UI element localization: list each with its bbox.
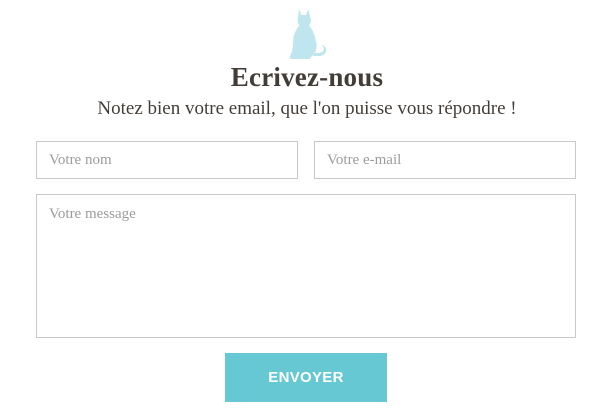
message-textarea[interactable]	[36, 194, 576, 338]
page-title: Ecrivez-nous	[230, 62, 384, 92]
page-subtitle: Notez bien votre email, que l'on puisse …	[97, 98, 517, 119]
email-input[interactable]	[314, 141, 576, 179]
name-input[interactable]	[36, 141, 298, 179]
submit-button[interactable]: ENVOYER	[225, 353, 387, 402]
cat-icon	[286, 8, 328, 60]
